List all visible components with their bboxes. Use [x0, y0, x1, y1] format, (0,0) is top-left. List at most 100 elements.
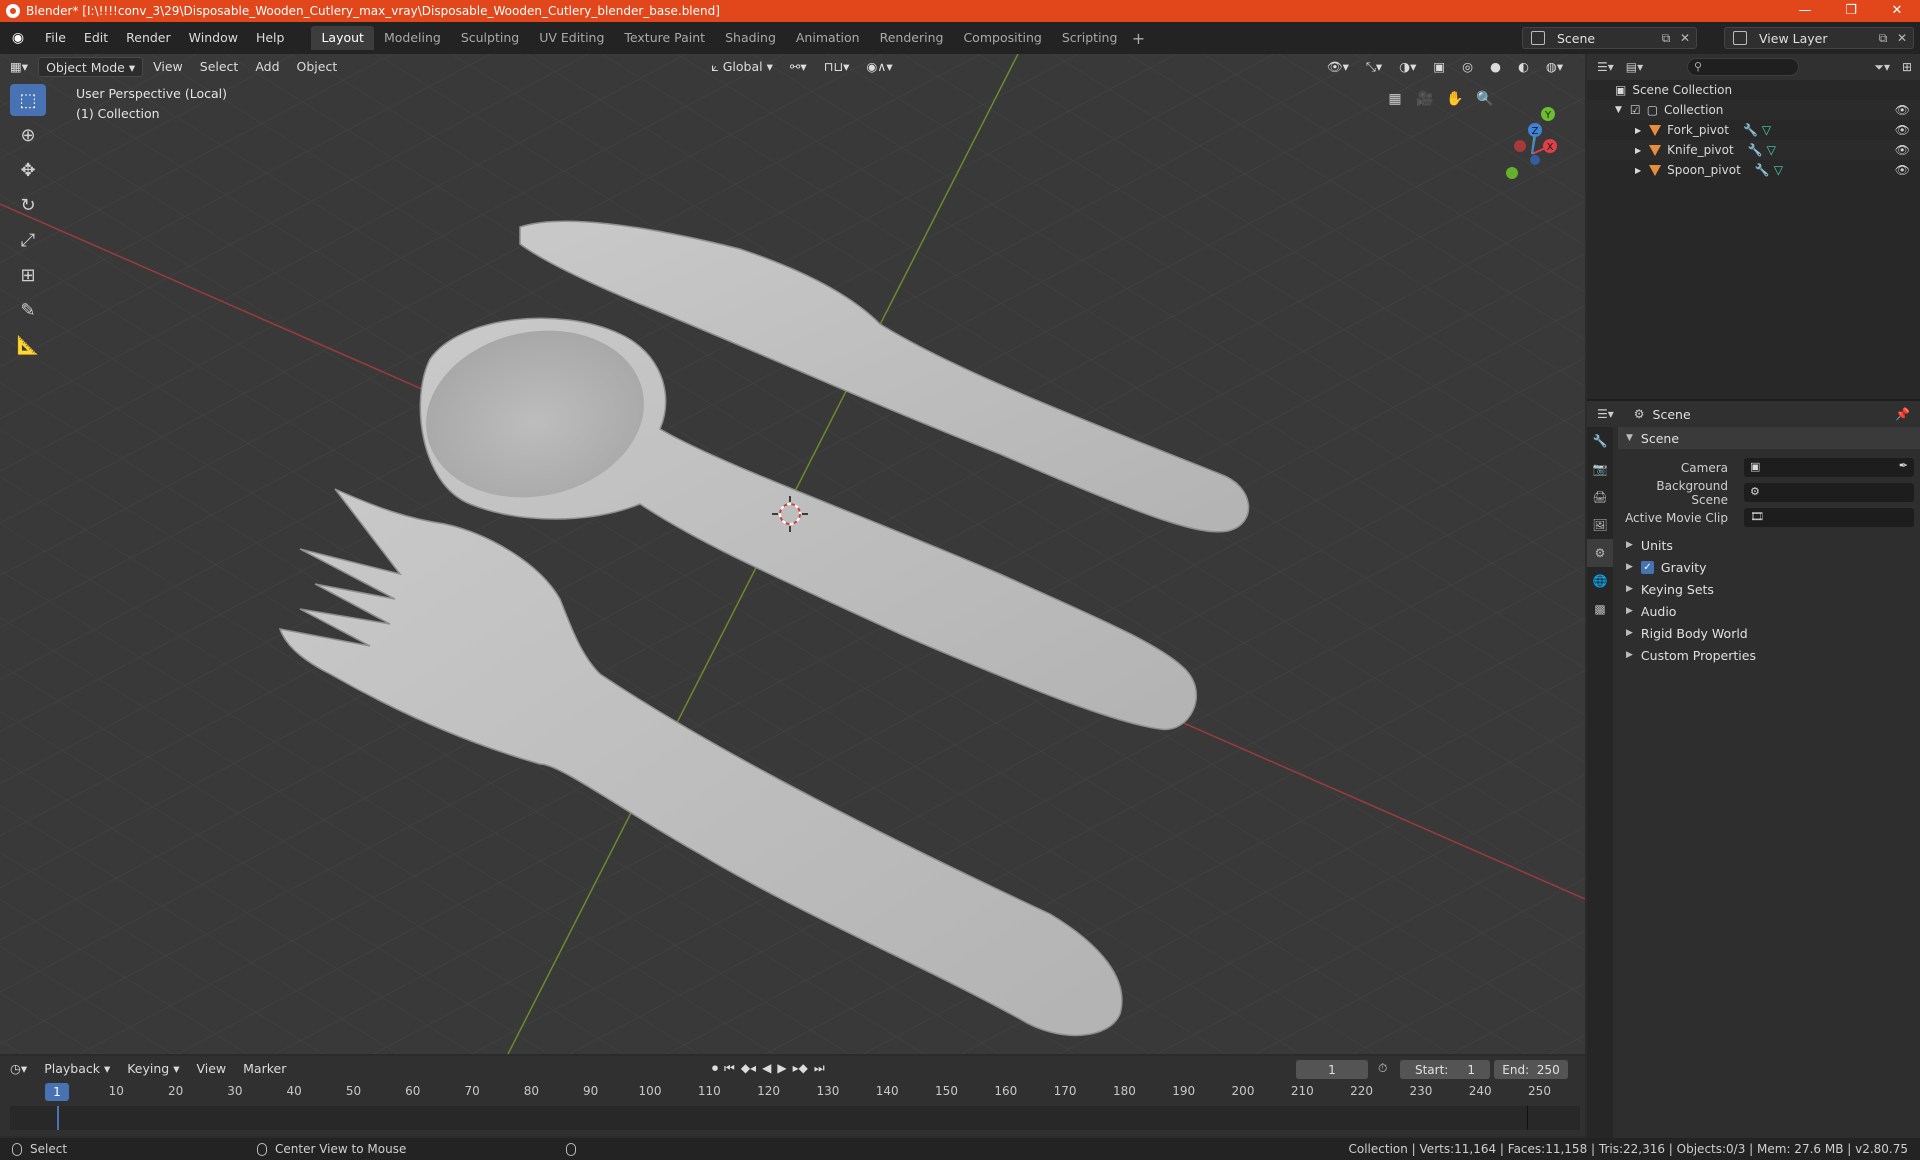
viewport-menu-add[interactable]: Add — [248, 57, 286, 77]
duplicate-scene-icon[interactable]: ⧉ — [1658, 30, 1674, 46]
scene-panel-header[interactable]: ▼ Scene — [1618, 427, 1920, 449]
tab-rendering[interactable]: Rendering — [870, 26, 954, 50]
gravity-checkbox[interactable]: ✓ — [1640, 560, 1654, 574]
pin-icon[interactable]: 📌 — [1895, 407, 1910, 421]
menu-render[interactable]: Render — [117, 22, 180, 54]
viewport-menu-view[interactable]: View — [146, 57, 190, 77]
remove-view-layer-icon[interactable]: ✕ — [1894, 30, 1910, 46]
timeline-menu-playback[interactable]: Playback ▾ — [37, 1059, 117, 1079]
scene-tab-icon[interactable]: ⚙ — [1587, 539, 1613, 567]
viewport-menu-select[interactable]: Select — [193, 57, 246, 77]
shading-wireframe-icon[interactable]: ◎ — [1455, 57, 1480, 77]
display-mode-icon[interactable]: ▤▾ — [1626, 60, 1643, 74]
next-keyframe-icon[interactable]: ▸◆ — [793, 1061, 808, 1076]
collection-expand-icon[interactable]: ▼ — [1615, 105, 1622, 115]
tab-animation[interactable]: Animation — [786, 26, 870, 50]
remove-scene-icon[interactable]: ✕ — [1677, 30, 1693, 46]
playhead[interactable] — [57, 1106, 59, 1130]
tab-layout[interactable]: Layout — [311, 26, 374, 50]
pan-view-icon[interactable]: ✋ — [1440, 86, 1470, 112]
outliner-object-knife[interactable]: ▶ Knife_pivot 🔧 ▽ 👁 — [1587, 140, 1920, 160]
overlay-toggle-icon[interactable]: ◑▾ — [1392, 57, 1423, 77]
background-scene-field[interactable]: ⚙ — [1744, 483, 1914, 502]
tab-shading[interactable]: Shading — [715, 26, 786, 50]
select-box-tool-icon[interactable]: ⬚ — [10, 84, 46, 116]
outliner-scene-collection[interactable]: ▣ Scene Collection — [1587, 80, 1920, 100]
move-tool-icon[interactable]: ✥ — [10, 154, 46, 186]
timeline-menu-marker[interactable]: Marker — [236, 1059, 293, 1079]
camera-field[interactable]: ▣ ✒ — [1744, 458, 1914, 477]
gravity-panel-header[interactable]: ▶ ✓ Gravity — [1618, 556, 1920, 578]
spoon-visibility-icon[interactable]: 👁 — [1895, 163, 1910, 177]
output-tab-icon[interactable]: 🖨 — [1587, 483, 1613, 511]
shading-material-icon[interactable]: ◐ — [1511, 57, 1536, 77]
navigation-gizmo[interactable]: X Y Z — [1478, 94, 1585, 204]
record-icon[interactable]: ⏺ — [712, 1061, 718, 1076]
annotate-tool-icon[interactable]: ✎ — [10, 294, 46, 326]
custom-properties-panel-header[interactable]: ▶ Custom Properties — [1618, 644, 1920, 666]
pivot-point-icon[interactable]: ⚯▾ — [783, 57, 814, 77]
timeline-menu-view[interactable]: View — [189, 1059, 233, 1079]
current-frame-marker[interactable]: 1 — [45, 1083, 69, 1101]
tab-sculpting[interactable]: Sculpting — [451, 26, 529, 50]
object-mode-dropdown[interactable]: Object Mode ▾ — [38, 57, 144, 77]
world-tab-icon[interactable]: 🌐 — [1587, 567, 1613, 595]
scale-tool-icon[interactable]: ⤢ — [10, 224, 46, 256]
tab-texture-paint[interactable]: Texture Paint — [614, 26, 715, 50]
scene-selector[interactable]: Scene ⧉ ✕ — [1522, 27, 1697, 49]
gizmo-toggle-icon[interactable]: ⤡▾ — [1359, 57, 1389, 77]
outliner-object-fork[interactable]: ▶ Fork_pivot 🔧 ▽ 👁 — [1587, 120, 1920, 140]
blender-logo-icon[interactable]: ◉ — [8, 28, 28, 48]
timeline-track[interactable] — [10, 1106, 1580, 1130]
keying-sets-panel-header[interactable]: ▶ Keying Sets — [1618, 578, 1920, 600]
rigid-body-world-panel-header[interactable]: ▶ Rigid Body World — [1618, 622, 1920, 644]
menu-help[interactable]: Help — [247, 22, 294, 54]
restore-icon[interactable]: ❐ — [1828, 0, 1874, 22]
proportional-edit-icon[interactable]: ◉∧▾ — [859, 57, 899, 77]
prev-keyframe-icon[interactable]: ◆◂ — [741, 1061, 756, 1076]
fork-expand-icon[interactable]: ▶ — [1635, 126, 1641, 135]
jump-start-icon[interactable]: ⏮ — [724, 1061, 735, 1076]
duplicate-view-layer-icon[interactable]: ⧉ — [1875, 30, 1891, 46]
transform-tool-icon[interactable]: ⊞ — [10, 259, 46, 291]
eyedropper-icon[interactable]: ✒ — [1899, 459, 1908, 472]
texture-tab-icon[interactable]: ▩ — [1587, 595, 1613, 623]
outliner-search-input[interactable]: ⚲ — [1687, 58, 1799, 76]
editor-type-icon[interactable]: ▦▾ — [3, 57, 35, 77]
cursor-tool-icon[interactable]: ⊕ — [10, 119, 46, 151]
tab-scripting[interactable]: Scripting — [1052, 26, 1128, 50]
tab-modeling[interactable]: Modeling — [374, 26, 451, 50]
viewport-scene[interactable] — [0, 54, 1585, 1054]
menu-file[interactable]: File — [36, 22, 75, 54]
3d-viewport[interactable]: ▦▾ Object Mode ▾ View Select Add Object … — [0, 54, 1585, 1054]
shading-solid-icon[interactable]: ● — [1483, 57, 1508, 77]
properties-editor-icon[interactable]: ☰▾ — [1597, 407, 1614, 421]
timeline-editor-icon[interactable]: ◷▾ — [3, 1059, 34, 1079]
fork-visibility-icon[interactable]: 👁 — [1895, 123, 1910, 137]
rotate-tool-icon[interactable]: ↻ — [10, 189, 46, 221]
add-workspace-icon[interactable]: + — [1127, 29, 1149, 48]
jump-end-icon[interactable]: ⏭ — [814, 1061, 825, 1076]
current-frame-field[interactable]: 1 — [1296, 1060, 1368, 1079]
menu-window[interactable]: Window — [180, 22, 247, 54]
viewport-menu-object[interactable]: Object — [290, 57, 345, 77]
collection-checkbox[interactable]: ☑ — [1630, 103, 1641, 117]
close-icon[interactable]: ✕ — [1874, 0, 1920, 22]
xray-toggle-icon[interactable]: ▣ — [1426, 57, 1452, 77]
tab-uv-editing[interactable]: UV Editing — [529, 26, 614, 50]
timeline-ruler[interactable]: 1 10 20 30 40 50 60 70 80 90 100 110 120 130 140 150 16… — [10, 1083, 1580, 1102]
new-collection-icon[interactable]: ⊞ — [1902, 60, 1912, 74]
camera-view-icon[interactable]: 🎥 — [1410, 86, 1440, 112]
render-tab-icon[interactable]: 📷 — [1587, 455, 1613, 483]
measure-tool-icon[interactable]: 📐 — [10, 329, 46, 361]
end-frame-field[interactable]: End: 250 — [1494, 1060, 1568, 1079]
toggle-grid-icon[interactable]: ▦ — [1380, 86, 1410, 112]
transform-orientation-dropdown[interactable]: ⟀ Global ▾ — [704, 57, 780, 77]
start-frame-field[interactable]: Start: 1 — [1400, 1060, 1490, 1079]
knife-expand-icon[interactable]: ▶ — [1635, 146, 1641, 155]
minimize-icon[interactable]: — — [1782, 0, 1828, 22]
view-layer-selector[interactable]: View Layer ⧉ ✕ — [1724, 27, 1914, 49]
active-movie-clip-field[interactable]: 🎞 — [1744, 508, 1914, 527]
view-layer-tab-icon[interactable]: 🖼 — [1587, 511, 1613, 539]
outliner-editor-icon[interactable]: ☰▾ — [1597, 60, 1614, 74]
